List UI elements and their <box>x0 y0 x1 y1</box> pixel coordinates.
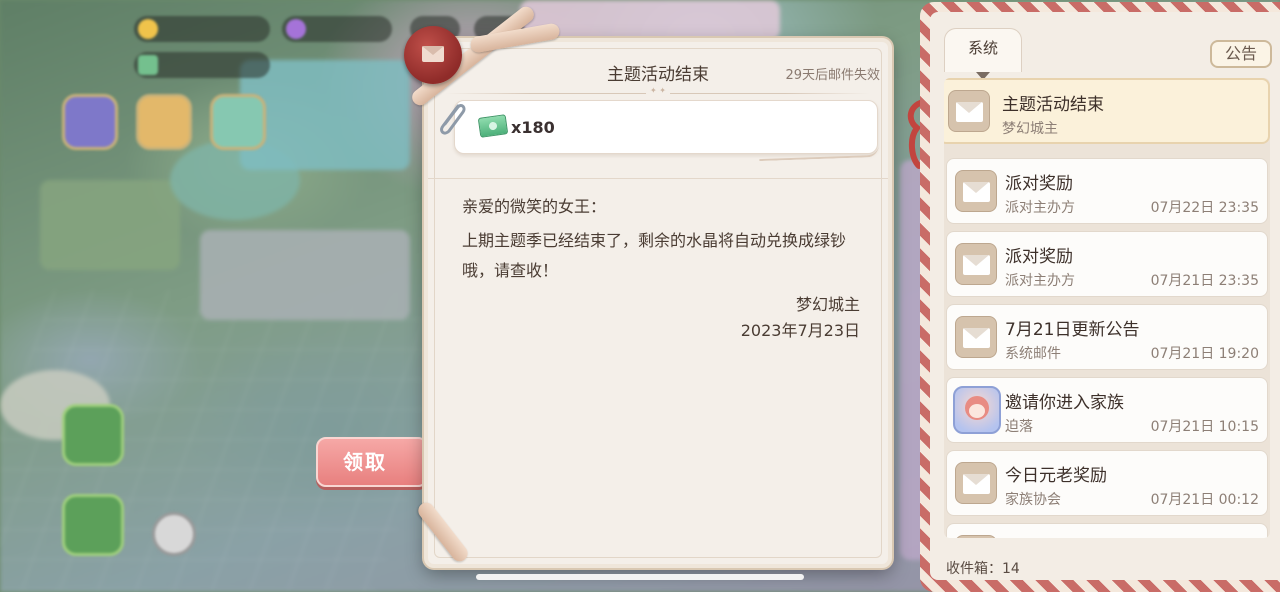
mail-item[interactable]: 今日元老奖励 家族协会 07月21日 00:12 <box>946 450 1268 516</box>
edit-icon[interactable] <box>62 494 124 556</box>
mail-item-title: 邀请你进入家族 <box>1005 393 1124 413</box>
inbox-count: 收件箱：14 <box>946 561 1020 577</box>
event-icon[interactable] <box>62 94 118 150</box>
mail-item-time: 07月22日 23:35 <box>1150 200 1259 216</box>
gem-counter <box>282 16 392 42</box>
mail-item-title: 派对奖励 <box>1005 174 1073 194</box>
mail-item-sender: 派对主办方 <box>1005 200 1075 216</box>
paperclip-icon <box>440 104 466 135</box>
mail-item-title: 今日元老奖励 <box>1005 466 1107 486</box>
mail-body: 亲爱的微笑的女王： 上期主题季已经结束了，剩余的水晶将自动兑换成绿钞哦，请查收！ <box>462 192 872 286</box>
mail-item[interactable]: 7月21日更新公告 系统邮件 07月21日 19:20 <box>946 304 1268 370</box>
gem-icon <box>286 19 306 39</box>
envelope-icon <box>948 90 990 132</box>
attachment-card: x180 <box>454 100 878 154</box>
mail-item[interactable]: 派对奖励 派对主办方 07月21日 23:35 <box>946 231 1268 297</box>
cash-icon <box>477 114 509 138</box>
mail-item-sender: 迫落 <box>1005 419 1033 435</box>
cash-counter <box>134 52 270 78</box>
mail-item-time: 07月21日 10:15 <box>1150 419 1259 435</box>
envelope-icon <box>955 243 997 285</box>
home-indicator[interactable] <box>476 574 804 580</box>
mail-detail-panel: 主题活动结束 29天后邮件失效 x180 亲爱的微笑的女王： 上期主题季已经结束… <box>424 38 892 568</box>
mail-item-time: 07月21日 23:35 <box>1150 273 1259 289</box>
attachment-quantity: x180 <box>511 118 555 137</box>
wax-seal-icon <box>404 26 462 84</box>
mail-item-partial[interactable] <box>946 523 1268 538</box>
mail-item-sender: 系统邮件 <box>1005 346 1061 362</box>
mail-item-time: 07月21日 00:12 <box>1150 492 1259 508</box>
envelope-icon <box>955 170 997 212</box>
avatar-icon <box>953 386 1001 434</box>
notice-button[interactable]: 公告 <box>1210 40 1272 68</box>
title-divider <box>446 93 870 94</box>
gold-counter <box>134 16 270 42</box>
mail-item[interactable]: 派对奖励 派对主办方 07月22日 23:35 <box>946 158 1268 224</box>
envelope-icon <box>955 316 997 358</box>
mailbox-panel: 系统 公告 主题活动结束 梦幻城主 派对奖励 派对主办方 07月22日 23:3… <box>920 2 1280 592</box>
pet-icon[interactable] <box>152 512 196 556</box>
mailbox-inner: 系统 公告 主题活动结束 梦幻城主 派对奖励 派对主办方 07月22日 23:3… <box>930 12 1280 580</box>
tab-system[interactable]: 系统 <box>944 28 1022 72</box>
mail-item[interactable]: 邀请你进入家族 迫落 07月21日 10:15 <box>946 377 1268 443</box>
mail-list[interactable]: 主题活动结束 梦幻城主 派对奖励 派对主办方 07月22日 23:35 派对奖励… <box>944 78 1270 538</box>
expire-notice: 29天后邮件失效 <box>785 68 880 83</box>
coin-icon <box>138 19 158 39</box>
mail-item-selected[interactable]: 主题活动结束 梦幻城主 <box>944 78 1270 144</box>
mail-item-title: 7月21日更新公告 <box>1005 320 1140 340</box>
envelope-icon <box>955 462 997 504</box>
mail-greeting: 亲爱的微笑的女王： <box>462 197 607 216</box>
mail-item-title: 派对奖励 <box>1005 247 1073 267</box>
mail-item-sender: 家族协会 <box>1005 492 1061 508</box>
shop-icon[interactable] <box>136 94 192 150</box>
plaza <box>200 230 410 320</box>
mail-item-sender: 派对主办方 <box>1005 273 1075 289</box>
park-area <box>40 180 180 270</box>
mail-item-title: 主题活动结束 <box>1002 95 1104 115</box>
envelope-icon <box>955 535 997 538</box>
mail-content: 上期主题季已经结束了，剩余的水晶将自动兑换成绿钞哦，请查收！ <box>462 231 847 280</box>
cash-small-icon <box>138 55 158 75</box>
mail-signature: 梦幻城主 <box>795 295 860 314</box>
mail-date: 2023年7月23日 <box>740 321 860 340</box>
mail-item-sender: 梦幻城主 <box>1002 121 1058 137</box>
body-divider <box>428 178 888 179</box>
quest-icon[interactable] <box>210 94 266 150</box>
build-icon[interactable] <box>62 404 124 466</box>
claim-button[interactable]: 领取 <box>316 437 428 487</box>
mail-item-time: 07月21日 19:20 <box>1150 346 1259 362</box>
